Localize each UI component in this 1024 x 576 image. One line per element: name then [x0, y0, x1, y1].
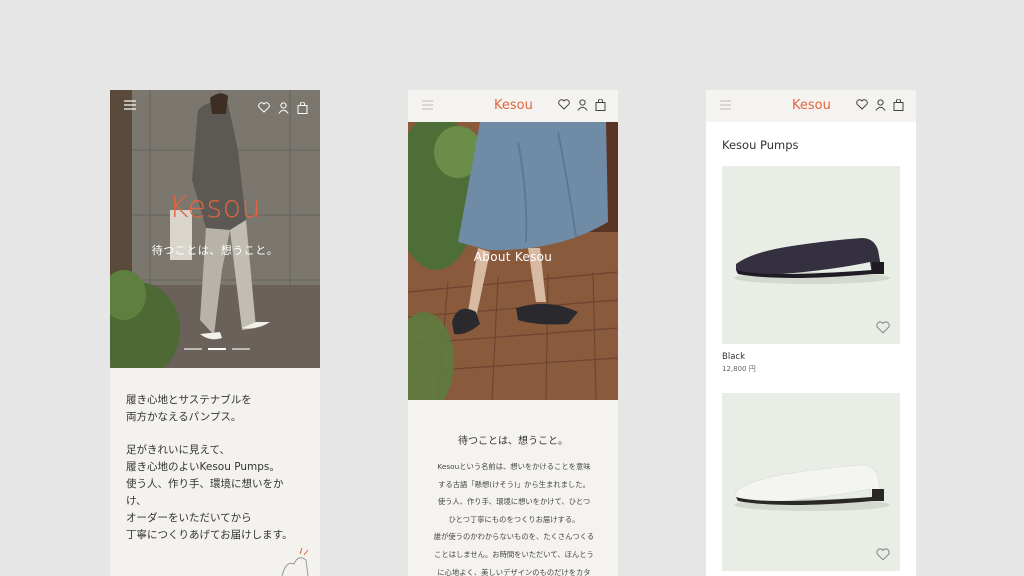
body-line: 誰が使うのかわからないものを、たくさんつくる	[433, 532, 595, 542]
bag-icon[interactable]	[595, 99, 606, 111]
about-body: Kesouという名前は、想いをかけることを意味 する古語「懸想(けそう)」から生…	[424, 458, 604, 576]
heart-icon[interactable]	[558, 99, 570, 111]
product-card[interactable]	[722, 393, 900, 571]
product-image[interactable]	[722, 166, 900, 344]
intro-paragraph: 履き心地とサステナブルを 両方かなえるパンプス。	[126, 394, 252, 423]
menu-icon[interactable]	[422, 100, 433, 110]
product-name[interactable]: Black	[722, 352, 900, 362]
menu-icon[interactable]	[124, 99, 136, 111]
product-price: 12,800 円	[722, 365, 756, 373]
body-line: Kesouという名前は、想いをかけることを意味	[437, 462, 591, 471]
hero-tagline: 待つことは、想うこと。	[151, 244, 279, 257]
favorite-heart-icon[interactable]	[876, 321, 890, 334]
section-title: 待つことは、想うこと。	[458, 436, 568, 447]
body-line: 使う人、作り手、環境に想いをかけて、ひとつ	[437, 497, 591, 507]
user-icon[interactable]	[577, 99, 588, 111]
header: Kesou	[408, 90, 618, 122]
brand-logo: Kesou	[168, 190, 262, 225]
user-icon[interactable]	[875, 99, 886, 111]
product-image[interactable]	[722, 393, 900, 571]
menu-icon[interactable]	[720, 100, 731, 110]
brand-logo[interactable]: Kesou	[792, 98, 831, 113]
brand-logo[interactable]: Kesou	[494, 98, 533, 113]
page-title: Kesou Pumps	[722, 138, 799, 152]
user-icon[interactable]	[278, 102, 289, 114]
intro-paragraph: 足がきれいに見えて、 履き心地のよいKesou Pumps。 使う人、作り手、環…	[126, 444, 293, 541]
shoe-image	[734, 238, 890, 284]
carousel-dot-active[interactable]	[208, 348, 226, 350]
bag-icon[interactable]	[297, 102, 308, 114]
hero-overlay-title: About Kesou	[473, 250, 553, 264]
heart-icon[interactable]	[856, 99, 868, 111]
illustration-icon	[278, 546, 312, 576]
carousel-dot[interactable]	[184, 348, 202, 350]
shoe-image	[734, 464, 890, 511]
intro-copy: 履き心地とサステナブルを 両方かなえるパンプス。 足がきれいに見えて、 履き心地…	[126, 392, 312, 560]
heart-icon[interactable]	[258, 102, 270, 114]
bag-icon[interactable]	[893, 99, 904, 111]
product-card[interactable]: Black 12,800 円	[722, 166, 900, 374]
header: Kesou	[706, 90, 916, 122]
favorite-heart-icon[interactable]	[876, 548, 890, 561]
body-line: ことはしません。お時間をいただいて、ほんとう	[434, 549, 594, 559]
carousel-indicator[interactable]	[184, 348, 250, 350]
top-bar	[110, 90, 320, 124]
body-line: に心地よく、美しいデザインのものだけをカタ	[437, 567, 591, 576]
hero-banner[interactable]: Kesou 待つことは、想うこと。	[110, 90, 320, 368]
phone-screen-about: Kesou About Kesou 待つことは、想うこと。 Kesouという名前…	[408, 90, 618, 576]
body-line: ひとつ丁寧にものをつくりお届けする。	[448, 514, 580, 524]
body-line: する古語「懸想(けそう)」から生まれました。	[438, 479, 590, 489]
hero-photo	[110, 90, 320, 368]
phone-screen-home: Kesou 待つことは、想うこと。 履き心地とサステナブルを 両方かなえるパンプ…	[110, 90, 320, 576]
carousel-dot[interactable]	[232, 348, 250, 350]
about-hero[interactable]: About Kesou	[408, 122, 618, 400]
phone-screen-products: Kesou Kesou Pumps Black 12,800 円	[706, 90, 916, 576]
